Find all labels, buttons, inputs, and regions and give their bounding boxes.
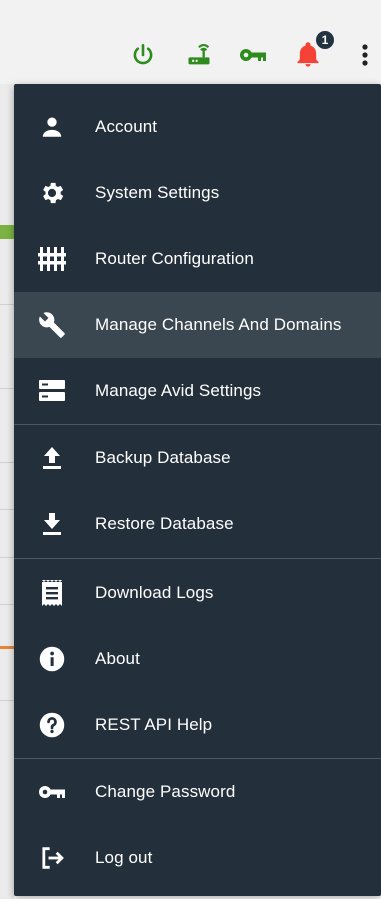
info-icon	[36, 643, 68, 675]
background-status-indicator	[0, 225, 14, 239]
key-icon	[36, 776, 68, 808]
background-divider	[0, 557, 14, 558]
menu-item-account[interactable]: Account	[14, 94, 381, 160]
menu-item-label: Manage Avid Settings	[95, 381, 262, 400]
menu-item-restore-database[interactable]: Restore Database	[14, 491, 381, 557]
gear-icon	[36, 177, 68, 209]
background-page	[0, 84, 14, 899]
background-divider	[0, 604, 14, 605]
menu-item-label: About	[95, 649, 140, 668]
background-divider	[0, 462, 14, 463]
key-icon[interactable]	[238, 40, 268, 70]
menu-item-label: REST API Help	[95, 715, 213, 734]
menu-item-log-out[interactable]: Log out	[14, 825, 381, 891]
logout-icon	[36, 842, 68, 874]
menu-item-label: Backup Database	[95, 448, 231, 467]
background-divider	[0, 700, 14, 701]
storage-icon	[36, 375, 68, 407]
menu-item-label: Download Logs	[95, 583, 214, 602]
logs-icon	[36, 577, 68, 609]
wrench-icon	[36, 309, 68, 341]
menu-item-backup-database[interactable]: Backup Database	[14, 425, 381, 491]
background-divider	[0, 388, 14, 389]
menu-item-rest-api-help[interactable]: REST API Help	[14, 692, 381, 758]
help-icon	[36, 709, 68, 741]
account-icon	[36, 111, 68, 143]
top-toolbar: 1	[0, 0, 381, 84]
background-divider	[0, 509, 14, 510]
menu-item-manage-avid-settings[interactable]: Manage Avid Settings	[14, 358, 381, 424]
menu-item-label: System Settings	[95, 183, 220, 202]
background-divider	[0, 304, 14, 305]
menu-item-router-configuration[interactable]: Router Configuration	[14, 226, 381, 292]
menu-item-label: Change Password	[95, 782, 236, 801]
background-accent	[0, 646, 14, 649]
menu-divider	[14, 558, 381, 559]
power-icon[interactable]	[128, 40, 158, 70]
menu-item-label: Restore Database	[95, 514, 234, 533]
menu-item-change-password[interactable]: Change Password	[14, 759, 381, 825]
router-icon[interactable]	[184, 40, 214, 70]
router-config-icon	[36, 243, 68, 275]
menu-item-manage-channels-and-domains[interactable]: Manage Channels And Domains	[14, 292, 381, 358]
notification-count-badge: 1	[314, 29, 336, 51]
menu-item-about[interactable]: About	[14, 626, 381, 692]
menu-item-label: Account	[95, 117, 158, 136]
menu-item-download-logs[interactable]: Download Logs	[14, 560, 381, 626]
upload-icon	[36, 442, 68, 474]
menu-item-label: Manage Channels And Domains	[95, 315, 342, 334]
download-icon	[36, 508, 68, 540]
menu-item-label: Router Configuration	[95, 249, 254, 268]
settings-menu: Account System Settings Router Configura…	[14, 84, 381, 896]
more-vert-icon[interactable]	[350, 40, 380, 70]
menu-item-system-settings[interactable]: System Settings	[14, 160, 381, 226]
menu-item-label: Log out	[95, 848, 153, 867]
